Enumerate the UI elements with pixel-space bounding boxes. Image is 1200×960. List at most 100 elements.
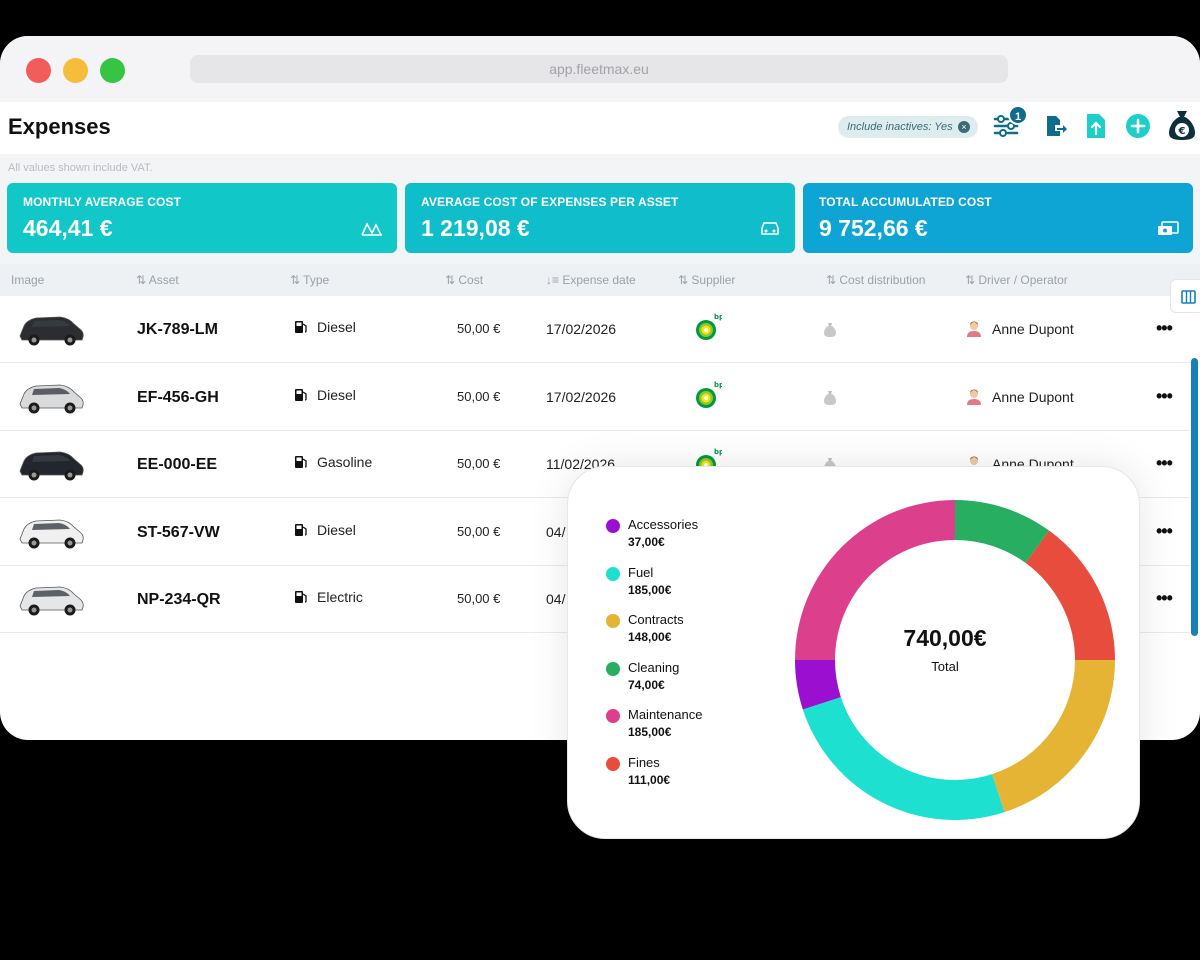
fuel-type: Diesel — [317, 386, 356, 403]
column-header-label: Driver / Operator — [978, 273, 1068, 287]
filter-count-badge: 1 — [1008, 105, 1028, 125]
columns-icon — [1181, 290, 1196, 304]
address-bar[interactable]: app.fleetmax.eu — [190, 55, 1008, 83]
card-label: AVERAGE COST OF EXPENSES PER ASSET — [421, 195, 679, 209]
legend-value: 148,00€ — [628, 630, 672, 644]
svg-text:bp: bp — [714, 381, 722, 389]
page-header: Expenses Include inactives: Yes × 1 € — [0, 102, 1200, 154]
include-inactives-chip[interactable]: Include inactives: Yes × — [838, 116, 978, 138]
donut-slice-fuel[interactable] — [802, 697, 1005, 820]
svg-text:€: € — [1178, 126, 1186, 137]
column-header-label: Type — [303, 273, 330, 287]
expense-date: 04/ — [546, 591, 566, 607]
column-header-label: Asset — [148, 273, 179, 287]
asset-plate[interactable]: EF-456-GH — [137, 389, 219, 407]
asset-plate[interactable]: NP-234-QR — [137, 591, 221, 609]
expense-cost: 50,00 € — [457, 456, 501, 471]
column-header-label: Cost — [458, 273, 484, 287]
fuel-type: Electric — [317, 589, 363, 605]
table-row[interactable]: JK-789-LM Diesel 50,00 € 17/02/2026 bp A… — [0, 296, 1190, 363]
card-value: 9 752,66 € — [819, 215, 928, 241]
fuel-type: Diesel — [317, 521, 356, 538]
vehicle-image — [19, 519, 84, 548]
column-header-asset[interactable]: ⇅ Asset — [136, 273, 179, 287]
chart-icon — [361, 222, 382, 236]
car-icon — [761, 222, 779, 235]
column-header-cost-distribution[interactable]: ⇅ Cost distribution — [826, 273, 925, 287]
legend-item[interactable]: Accessories 37,00€ — [606, 517, 702, 565]
asset-plate[interactable]: JK-789-LM — [137, 321, 218, 339]
fuel-pump-icon — [295, 523, 307, 536]
add-expense-icon[interactable] — [1125, 113, 1151, 139]
row-actions-button[interactable]: ••• — [1156, 318, 1173, 339]
cash-icon — [1158, 221, 1179, 235]
driver-name[interactable]: Anne Dupont — [992, 389, 1074, 405]
fuel-pump-icon — [295, 388, 307, 401]
expense-cost: 50,00 € — [457, 321, 501, 336]
legend-label: Fines — [628, 754, 660, 770]
vehicle-image — [19, 451, 84, 481]
card-value: 1 219,08 € — [421, 215, 530, 241]
legend-color-dot — [606, 566, 620, 581]
column-header-image: Image — [11, 273, 45, 287]
column-header-type[interactable]: ⇅ Type — [290, 273, 329, 287]
row-actions-button[interactable]: ••• — [1156, 521, 1173, 542]
card-label: TOTAL ACCUMULATED COST — [819, 195, 992, 209]
close-window-button[interactable] — [26, 58, 51, 83]
export-icon[interactable] — [1044, 114, 1068, 138]
donut-total-value: 740,00€ — [903, 625, 987, 651]
bp-supplier-logo: bp — [696, 313, 722, 340]
column-header-label: Expense date — [562, 273, 636, 287]
legend-item[interactable]: Fuel 185,00€ — [606, 565, 702, 613]
expense-cost: 50,00 € — [457, 523, 501, 539]
maximize-window-button[interactable] — [100, 58, 125, 83]
money-bag-icon[interactable]: € — [1167, 108, 1197, 142]
legend-value: 74,00€ — [628, 677, 665, 692]
column-header-expense-date[interactable]: ↓≡ Expense date — [546, 273, 636, 287]
row-actions-button[interactable]: ••• — [1156, 588, 1173, 609]
cost-distribution-icon[interactable] — [823, 322, 837, 338]
column-header-supplier[interactable]: ⇅ Supplier — [678, 273, 735, 287]
legend-item[interactable]: Contracts 148,00€ — [606, 612, 702, 660]
fuel-pump-icon — [295, 456, 307, 468]
minimize-window-button[interactable] — [63, 58, 88, 83]
cost-distribution-icon[interactable] — [823, 390, 837, 406]
svg-text:bp: bp — [714, 448, 722, 456]
vat-note: All values shown include VAT. — [8, 162, 153, 174]
row-actions-button[interactable]: ••• — [1156, 386, 1173, 407]
scrollbar[interactable] — [1191, 358, 1198, 636]
upload-file-icon[interactable] — [1084, 112, 1108, 140]
legend-value: 111,00€ — [628, 772, 671, 787]
card-value: 464,41 € — [23, 215, 113, 241]
table-row[interactable]: EF-456-GH Diesel 50,00 € 17/02/2026 bp A… — [0, 363, 1190, 431]
column-header-label: Supplier — [691, 273, 736, 287]
svg-text:bp: bp — [714, 313, 722, 321]
column-header-driver[interactable]: ⇅ Driver / Operator — [965, 273, 1068, 287]
asset-plate[interactable]: ST-567-VW — [137, 524, 220, 542]
column-settings-button[interactable] — [1170, 279, 1200, 313]
expense-cost: 50,00 € — [457, 388, 501, 404]
legend-item[interactable]: Maintenance 185,00€ — [606, 707, 702, 755]
legend-item[interactable]: Fines 111,00€ — [606, 755, 702, 803]
column-header-cost[interactable]: ⇅ Cost — [445, 273, 483, 287]
fuel-type: Diesel — [317, 319, 356, 335]
expense-cost: 50,00 € — [457, 591, 501, 606]
cost-distribution-popup: Accessories 37,00€ Fuel 185,00€ Contract… — [567, 466, 1140, 839]
legend-color-dot — [606, 709, 620, 723]
legend-color-dot — [606, 519, 620, 533]
remove-chip-icon[interactable]: × — [958, 121, 970, 133]
expense-date: 17/02/2026 — [546, 321, 617, 337]
fuel-type: Gasoline — [317, 454, 373, 470]
card-label: MONTHLY AVERAGE COST — [23, 195, 182, 209]
legend-value: 185,00€ — [628, 725, 672, 739]
driver-name[interactable]: Anne Dupont — [992, 321, 1074, 337]
legend-color-dot — [606, 661, 620, 676]
legend-color-dot — [606, 614, 620, 628]
driver-avatar-icon — [967, 321, 981, 337]
donut-slice-contracts[interactable] — [992, 660, 1115, 813]
row-actions-button[interactable]: ••• — [1156, 453, 1173, 474]
asset-plate[interactable]: EE-000-EE — [137, 456, 217, 474]
vehicle-image — [19, 316, 84, 346]
legend-value: 37,00€ — [628, 535, 665, 549]
legend-item[interactable]: Cleaning 74,00€ — [606, 660, 702, 708]
